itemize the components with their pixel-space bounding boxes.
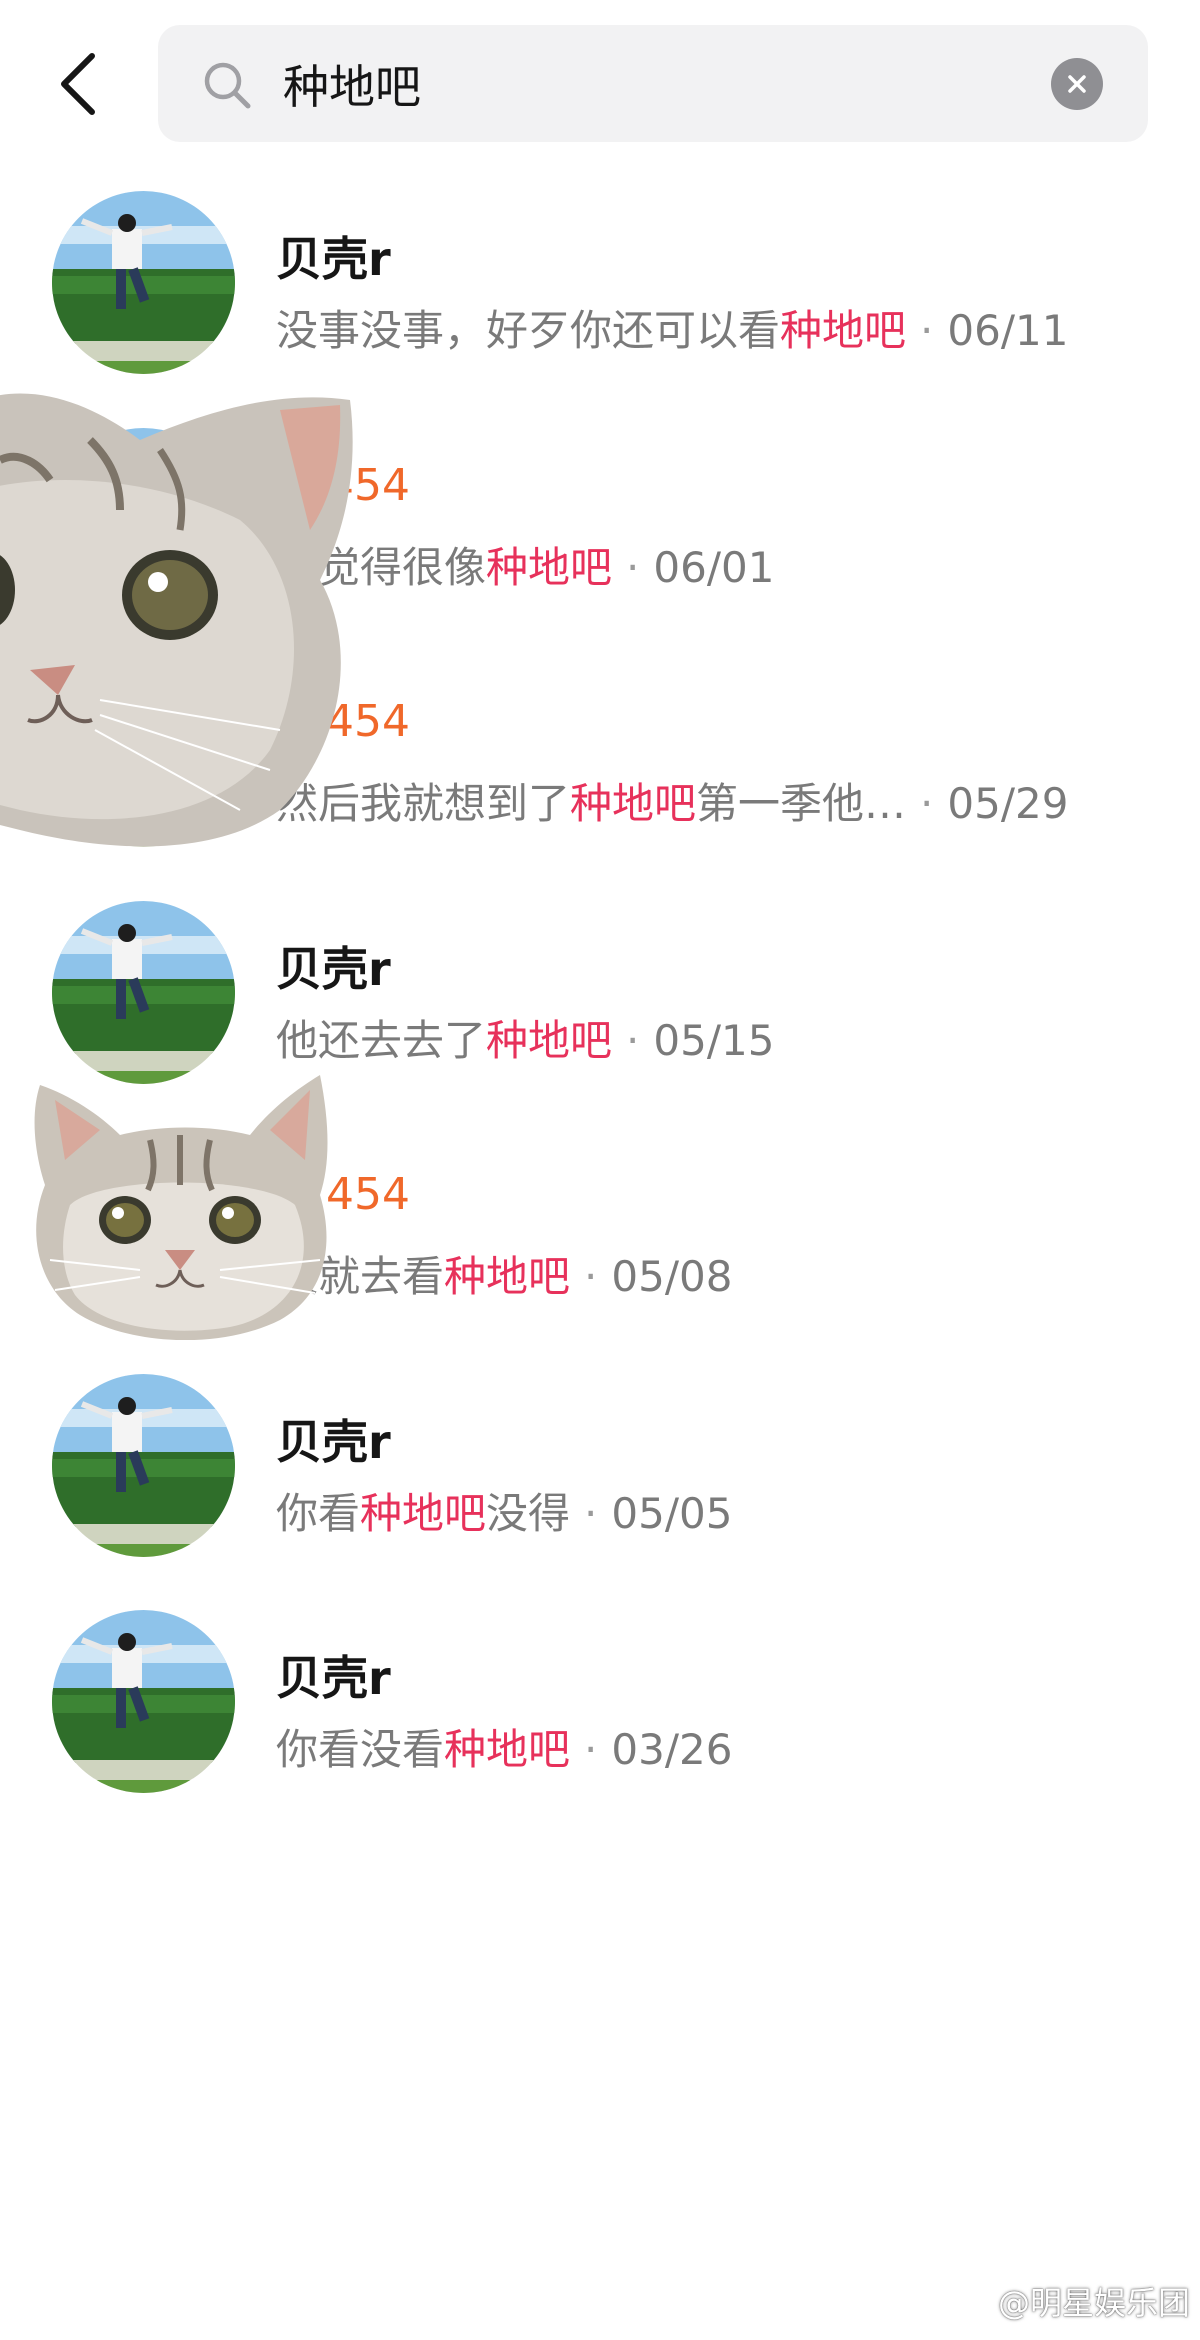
avatar[interactable] <box>52 191 235 374</box>
separator: · <box>584 1488 598 1538</box>
user-name: 贝壳r <box>276 232 391 286</box>
row-title: 贝壳r <box>276 1642 391 1708</box>
top-bar <box>0 0 1200 170</box>
message-snippet: 你看没看种地吧 · 03/26 <box>276 1725 733 1774</box>
message-date: 06/01 <box>653 542 775 592</box>
weibo-logo <box>948 2287 990 2318</box>
highlighted-keyword: 种地吧 <box>444 1252 571 1301</box>
user-name: 贝壳r <box>276 1414 391 1469</box>
highlighted-keyword: 种地吧 <box>360 1488 487 1538</box>
highlighted-keyword: 种地吧 <box>444 1725 571 1774</box>
message-date: 06/11 <box>947 306 1069 355</box>
back-button[interactable] <box>48 48 108 120</box>
separator: · <box>626 542 640 592</box>
watermark-text: @明星娱乐团 <box>997 2284 1190 2322</box>
avatar[interactable] <box>52 1373 235 1557</box>
message-snippet: 你看种地吧没得 · 05/05 <box>276 1488 733 1538</box>
highlighted-keyword: 种地吧 <box>780 306 907 355</box>
watermark: @明星娱乐团 <box>948 2278 1190 2324</box>
message-snippet: 天就去看种地吧 · 05/08 <box>276 1252 733 1301</box>
result-row[interactable]: 贝壳r 你看种地吧没得 · 05/05 <box>0 1358 1200 1595</box>
message-snippet: 没事没事，好歹你还可以看种地吧 · 06/11 <box>276 306 1069 355</box>
highlighted-keyword: 种地吧 <box>570 779 697 828</box>
row-title: 贝壳r <box>276 1406 391 1472</box>
separator: · <box>920 779 934 828</box>
search-icon <box>204 62 251 109</box>
clear-search-button[interactable] <box>1051 58 1103 110</box>
cat-sticker <box>0 393 353 847</box>
result-row[interactable]: 贝壳r 你看没看种地吧 · 03/26 <box>0 1594 1200 1831</box>
message-date: 05/08 <box>611 1252 733 1301</box>
avatar[interactable] <box>52 1610 235 1793</box>
separator: · <box>584 1725 598 1774</box>
message-snippet: 他还去去了种地吧 · 05/15 <box>276 1015 775 1065</box>
message-date: 05/05 <box>611 1488 733 1538</box>
back-arrow-icon <box>61 53 95 115</box>
separator: · <box>584 1252 598 1301</box>
row-title: 贝壳r <box>276 933 391 999</box>
avatar[interactable] <box>52 900 235 1084</box>
separator: · <box>626 1015 640 1065</box>
cat-sticker <box>34 1075 328 1340</box>
highlighted-keyword: 种地吧 <box>486 542 613 592</box>
separator: · <box>920 306 934 355</box>
search-box[interactable] <box>158 25 1148 142</box>
user-name: 贝壳r <box>276 1651 391 1705</box>
highlighted-keyword: 种地吧 <box>486 1015 613 1065</box>
message-date: 05/15 <box>653 1015 775 1065</box>
message-date: 05/29 <box>947 779 1069 828</box>
search-input[interactable] <box>283 25 1043 142</box>
clear-icon <box>1068 75 1086 93</box>
message-date: 03/26 <box>611 1725 733 1774</box>
user-name: 贝壳r <box>276 941 391 996</box>
row-title: 贝壳r <box>276 223 391 289</box>
